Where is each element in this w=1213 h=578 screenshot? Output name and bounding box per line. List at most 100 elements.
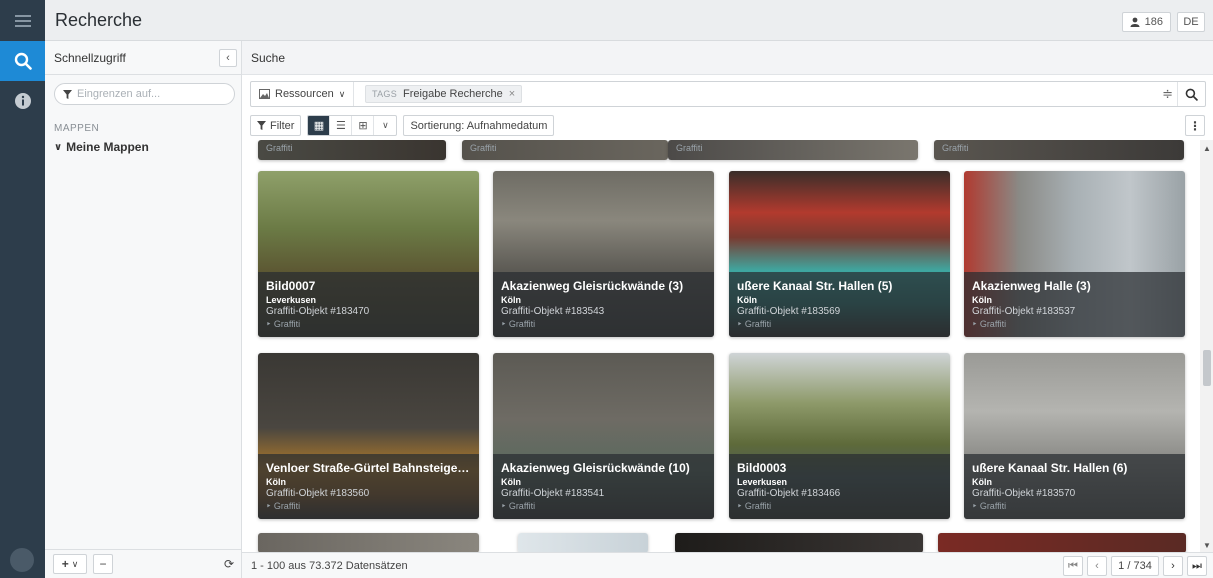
result-card[interactable]: Venloer Straße-Gürtel Bahnsteige (5) Köl… (258, 353, 479, 519)
sort-label: Sortierung: Aufnahmedatum (410, 119, 548, 132)
search-submit-button[interactable] (1177, 82, 1205, 106)
card-location: Köln (972, 477, 992, 487)
filter-button[interactable]: Filter (250, 115, 302, 136)
first-page-icon[interactable]: ⏮ (1063, 556, 1083, 576)
section-label-mappen: MAPPEN (54, 123, 100, 134)
card-category: ‣ Graffiti (972, 501, 1007, 511)
result-card[interactable]: Akazienweg Gleisrückwände (3) Köln Graff… (493, 171, 714, 337)
chevron-down-icon: ∨ (54, 141, 63, 153)
resources-dropdown[interactable]: Ressourcen ∨ (251, 82, 355, 106)
partial-card[interactable] (258, 533, 479, 552)
sliders-icon[interactable]: ≑ (1162, 86, 1173, 102)
resources-label: Ressourcen (275, 88, 334, 100)
folder-label: Meine Mappen (66, 140, 149, 154)
partial-card[interactable] (675, 533, 923, 552)
user-icon (1130, 17, 1140, 27)
card-title: Akazienweg Gleisrückwände (10) (501, 461, 690, 475)
filter-input[interactable]: Eingrenzen auf... (54, 83, 235, 105)
result-card[interactable]: Bild0003 Leverkusen Graffiti-Objekt #183… (729, 353, 950, 519)
pagination: ⏮ ‹ 1 / 734 › ⏭ (1063, 556, 1207, 576)
last-page-icon[interactable]: ⏭ (1187, 556, 1207, 576)
card-object-id: Graffiti-Objekt #183466 (737, 488, 841, 499)
card-object-id: Graffiti-Objekt #183543 (501, 306, 605, 317)
sort-button[interactable]: Sortierung: Aufnahmedatum (403, 115, 555, 136)
card-info: Akazienweg Halle (3) Köln Graffiti-Objek… (964, 272, 1185, 337)
info-nav-button[interactable] (0, 81, 45, 121)
partial-card[interactable] (518, 533, 648, 552)
refresh-button[interactable]: ⟳ (219, 554, 239, 574)
scroll-down-icon[interactable]: ▼ (1203, 541, 1211, 550)
card-info: ußere Kanaal Str. Hallen (6) Köln Graffi… (964, 454, 1185, 519)
folder-meine-mappen[interactable]: ∨ Meine Mappen (54, 140, 241, 154)
funnel-icon (257, 121, 266, 130)
language-button[interactable]: DE (1177, 12, 1205, 32)
kebab-icon: ⋮ (1189, 118, 1201, 133)
card-title: ußere Kanaal Str. Hallen (6) (972, 461, 1128, 475)
partial-card[interactable]: Graffiti (934, 140, 1184, 160)
card-location: Köln (501, 295, 521, 305)
card-category: ‣ Graffiti (266, 501, 301, 511)
card-info: ußere Kanaal Str. Hallen (5) Köln Graffi… (729, 272, 950, 337)
card-object-id: Graffiti-Objekt #183541 (501, 488, 605, 499)
card-location: Leverkusen (266, 295, 317, 305)
card-object-id: Graffiti-Objekt #183470 (266, 306, 370, 317)
scroll-thumb[interactable] (1203, 350, 1211, 386)
add-folder-button[interactable]: + ∨ (53, 554, 87, 574)
result-card[interactable]: Akazienweg Gleisrückwände (10) Köln Graf… (493, 353, 714, 519)
search-bar[interactable]: Ressourcen ∨ TAGS Freigabe Recherche × ≑ (250, 81, 1206, 107)
card-category: ‣ Graffiti (501, 319, 536, 329)
view-mode-group: ▦ ☰ ⊞ ∨ (307, 115, 398, 136)
card-object-id: Graffiti-Objekt #183537 (972, 306, 1076, 317)
top-bar: Recherche 186 DE (45, 0, 1213, 41)
resource-icon (259, 89, 270, 99)
result-card[interactable]: Akazienweg Halle (3) Köln Graffiti-Objek… (964, 171, 1185, 337)
chevron-down-icon: ∨ (338, 88, 346, 99)
card-location: Köln (972, 295, 992, 305)
card-info: Bild0003 Leverkusen Graffiti-Objekt #183… (729, 454, 950, 519)
user-count: 186 (1144, 16, 1163, 28)
card-info: Akazienweg Gleisrückwände (3) Köln Graff… (493, 272, 714, 337)
card-object-id: Graffiti-Objekt #183560 (266, 488, 370, 499)
icon-rail (0, 0, 45, 578)
filter-button-label: Filter (270, 119, 295, 132)
more-options-button[interactable]: ⋮ (1185, 115, 1205, 136)
partial-card[interactable]: Graffiti (462, 140, 668, 160)
user-button[interactable]: 186 (1121, 12, 1171, 32)
card-title: Akazienweg Halle (3) (972, 279, 1091, 293)
grid-view-icon[interactable]: ▦ (308, 116, 331, 135)
partial-card[interactable] (938, 533, 1186, 552)
result-card[interactable]: ußere Kanaal Str. Hallen (5) Köln Graffi… (729, 171, 950, 337)
card-category: ‣ Graffiti (266, 319, 301, 329)
refresh-icon: ⟳ (223, 557, 235, 571)
list-view-icon[interactable]: ☰ (330, 116, 353, 135)
plus-icon: + (61, 557, 69, 571)
collapse-sidebar-button[interactable]: ‹ (219, 49, 237, 67)
partial-card[interactable]: Graffiti (668, 140, 918, 160)
card-title: Akazienweg Gleisrückwände (3) (501, 279, 684, 293)
card-category: ‣ Graffiti (972, 319, 1007, 329)
hamburger-menu-button[interactable] (0, 0, 45, 41)
card-object-id: Graffiti-Objekt #183569 (737, 306, 841, 317)
scroll-up-icon[interactable]: ▲ (1203, 144, 1211, 153)
card-category: ‣ Graffiti (737, 501, 772, 511)
logo-icon (10, 548, 34, 572)
result-card[interactable]: ußere Kanaal Str. Hallen (6) Köln Graffi… (964, 353, 1185, 519)
sidebar-footer: + ∨ − ⟳ (45, 549, 241, 578)
results-scrollbar[interactable]: ▲ ▼ (1200, 140, 1213, 552)
partial-card[interactable]: Graffiti (258, 140, 446, 160)
table-view-icon[interactable]: ⊞ (352, 116, 375, 135)
card-category: ‣ Graffiti (737, 319, 772, 329)
card-info: Venloer Straße-Gürtel Bahnsteige (5) Köl… (258, 454, 479, 519)
tag-chip[interactable]: TAGS Freigabe Recherche × (365, 85, 523, 103)
close-icon[interactable]: × (509, 88, 515, 100)
remove-folder-button[interactable]: − (93, 554, 113, 574)
page-indicator[interactable]: 1 / 734 (1111, 556, 1159, 576)
chevron-down-icon[interactable]: ∨ (374, 116, 396, 135)
result-card[interactable]: Bild0007 Leverkusen Graffiti-Objekt #183… (258, 171, 479, 337)
search-nav-button[interactable] (0, 41, 45, 81)
next-page-icon[interactable]: › (1163, 556, 1183, 576)
prev-page-icon[interactable]: ‹ (1087, 556, 1107, 576)
chevron-down-icon: ∨ (71, 558, 79, 569)
card-info: Bild0007 Leverkusen Graffiti-Objekt #183… (258, 272, 479, 337)
main-header: Suche (242, 41, 1213, 75)
